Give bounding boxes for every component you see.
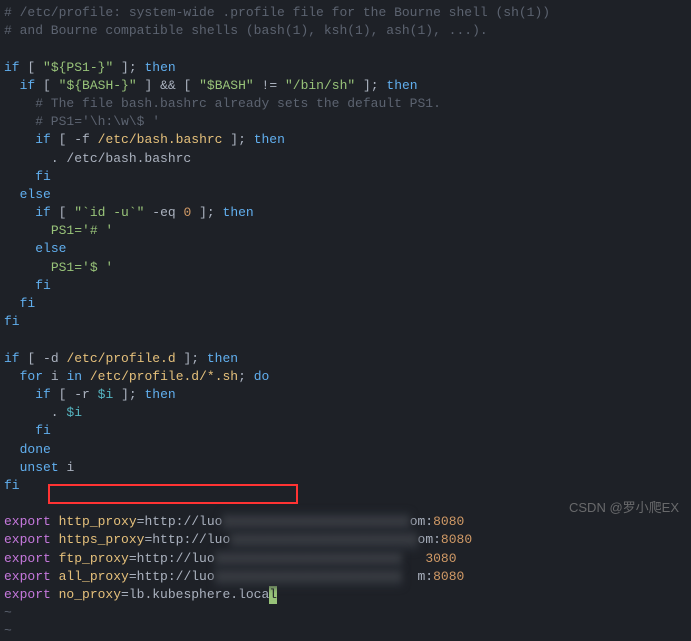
code-line: PS1='$ ': [4, 259, 687, 277]
code-line: for i in /etc/profile.d/*.sh; do: [4, 368, 687, 386]
code-line: done: [4, 441, 687, 459]
code-line: fi: [4, 477, 687, 495]
terminal-editor: # /etc/profile: system-wide .profile fil…: [4, 4, 687, 641]
export-line: export ftp_proxy=http://luoxxxxxxxxxxxxx…: [4, 550, 687, 568]
tilde-line: ~: [4, 622, 687, 640]
export-line: export https_proxy=http://luoxxxxxxxxxxx…: [4, 531, 687, 549]
code-line: else: [4, 240, 687, 258]
code-line: if [ "${BASH-}" ] && [ "$BASH" != "/bin/…: [4, 77, 687, 95]
watermark: CSDN @罗小爬EX: [569, 499, 679, 517]
code-line: if [ -d /etc/profile.d ]; then: [4, 350, 687, 368]
comment-line: # PS1='\h:\w\$ ': [4, 113, 687, 131]
code-line: if [ "`id -u`" -eq 0 ]; then: [4, 204, 687, 222]
blank-line: [4, 331, 687, 349]
comment-line: # and Bourne compatible shells (bash(1),…: [4, 22, 687, 40]
code-line: else: [4, 186, 687, 204]
code-line: PS1='# ': [4, 222, 687, 240]
tilde-line: ~: [4, 604, 687, 622]
cursor: l: [269, 586, 277, 604]
code-line: fi: [4, 295, 687, 313]
code-line: if [ -r $i ]; then: [4, 386, 687, 404]
code-line: if [ "${PS1-}" ]; then: [4, 59, 687, 77]
export-line: export all_proxy=http://luoxxxxxxxxxxxxx…: [4, 568, 687, 586]
code-line: fi: [4, 277, 687, 295]
export-line-highlighted: export no_proxy=lb.kubesphere.local: [4, 586, 687, 604]
code-line: . $i: [4, 404, 687, 422]
comment-line: # The file bash.bashrc already sets the …: [4, 95, 687, 113]
code-line: fi: [4, 422, 687, 440]
code-line: . /etc/bash.bashrc: [4, 150, 687, 168]
code-line: unset i: [4, 459, 687, 477]
code-line: fi: [4, 168, 687, 186]
code-line: if [ -f /etc/bash.bashrc ]; then: [4, 131, 687, 149]
comment-line: # /etc/profile: system-wide .profile fil…: [4, 4, 687, 22]
blank-line: [4, 40, 687, 58]
code-line: fi: [4, 313, 687, 331]
